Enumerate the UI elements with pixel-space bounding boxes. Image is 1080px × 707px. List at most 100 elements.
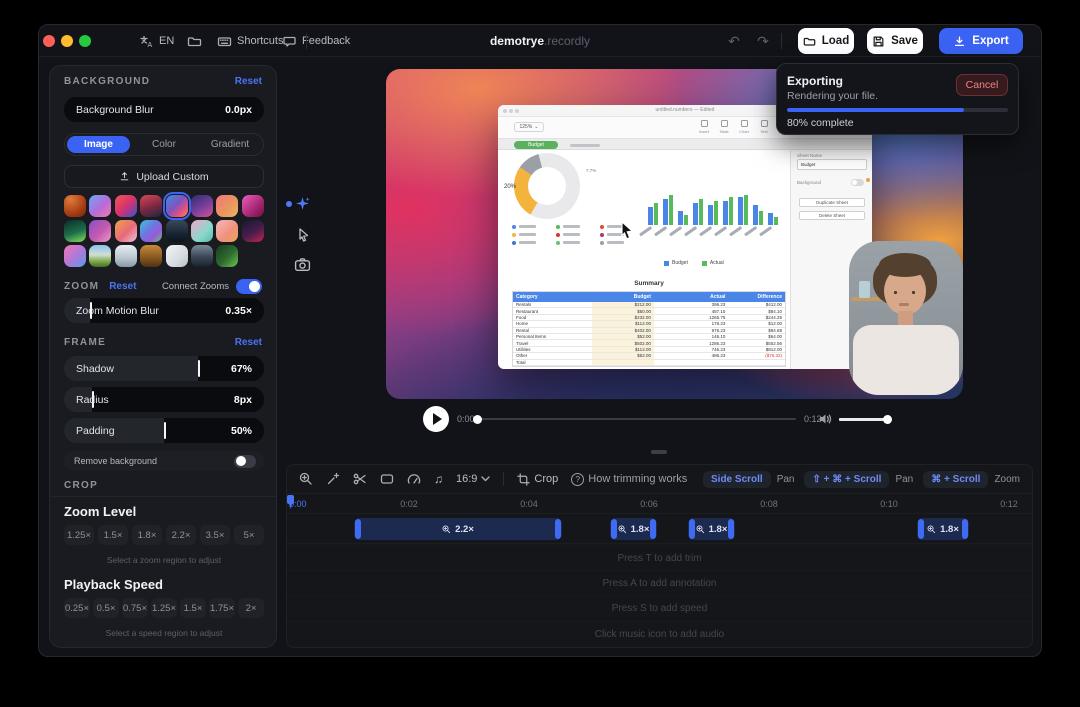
play-button[interactable]	[423, 406, 449, 432]
redo-button[interactable]: ↷	[751, 30, 775, 52]
save-button[interactable]: Save	[867, 28, 923, 54]
volume-icon[interactable]	[818, 412, 833, 426]
aspect-ratio-dropdown[interactable]: 16:9	[456, 473, 490, 485]
timeline-ruler[interactable]: 0:00 0:02 0:04 0:06 0:08 0:10 0:12	[287, 495, 1032, 514]
volume-handle[interactable]	[883, 415, 892, 424]
zoom-level-3.5x[interactable]: 3.5×	[200, 525, 230, 545]
region-right-handle[interactable]	[650, 519, 656, 539]
annotation-tool-icon[interactable]	[380, 472, 394, 486]
audio-track-empty: Click music icon to add audio	[287, 621, 1032, 647]
load-button[interactable]: Load	[798, 28, 854, 54]
region-right-handle[interactable]	[555, 519, 561, 539]
seek-bar[interactable]	[481, 418, 796, 420]
background-swatch[interactable]	[140, 195, 162, 217]
ruler-tick-label: 0:10	[869, 499, 909, 509]
speed-gauge-icon[interactable]	[407, 472, 421, 486]
background-blur-slider[interactable]: Background Blur 0.0px	[64, 97, 264, 122]
speed-2x[interactable]: 2×	[238, 598, 264, 618]
export-button[interactable]: Export	[939, 28, 1023, 54]
shadow-slider[interactable]: Shadow 67%	[64, 356, 264, 381]
zoom-track[interactable]: 2.2× 1.8× 1.8×	[287, 514, 1032, 544]
background-header-label: BACKGROUND	[64, 76, 150, 87]
zoom-reset-link[interactable]: Reset	[109, 281, 136, 292]
speed-0.25x[interactable]: 0.25×	[64, 598, 90, 618]
load-label: Load	[822, 35, 849, 47]
cursor-tool-icon[interactable]	[296, 227, 311, 243]
connect-zooms-toggle[interactable]	[236, 279, 262, 294]
radius-slider[interactable]: Radius 8px	[64, 387, 264, 412]
zoom-region[interactable]: 2.2×	[354, 518, 562, 540]
volume-slider[interactable]	[839, 418, 887, 421]
background-swatch[interactable]	[242, 220, 264, 242]
music-tool-icon[interactable]: ♫	[434, 472, 443, 486]
zoom-level-1.5x[interactable]: 1.5×	[98, 525, 128, 545]
export-toast: Exporting Rendering your file. Cancel 80…	[776, 63, 1019, 135]
zoom-in-tool-icon[interactable]	[299, 472, 313, 486]
webcam-overlay[interactable]	[849, 241, 963, 395]
seek-handle[interactable]	[473, 415, 482, 424]
background-swatch[interactable]	[166, 245, 188, 267]
zoom-level-1.25x[interactable]: 1.25×	[64, 525, 94, 545]
trim-scissors-icon[interactable]	[353, 472, 367, 486]
effects-sparkles-icon[interactable]	[294, 196, 311, 213]
topbar-divider-2	[781, 33, 782, 49]
background-swatch[interactable]	[115, 245, 137, 267]
region-right-handle[interactable]	[962, 519, 968, 539]
zoom-region[interactable]: 1.8×	[917, 518, 969, 540]
playhead[interactable]	[287, 495, 294, 504]
background-swatch-grid	[64, 195, 264, 267]
speed-1.25x[interactable]: 1.25×	[151, 598, 177, 618]
background-swatch[interactable]	[89, 195, 111, 217]
background-swatch[interactable]	[64, 245, 86, 267]
background-swatch[interactable]	[191, 245, 213, 267]
magic-cut-tool-icon[interactable]	[326, 472, 340, 486]
background-swatch[interactable]	[64, 220, 86, 242]
camera-tool-icon[interactable]	[294, 257, 311, 272]
remove-background-toggle[interactable]	[234, 455, 256, 468]
speed-0.75x[interactable]: 0.75×	[122, 598, 148, 618]
cancel-export-button[interactable]: Cancel	[956, 74, 1008, 96]
zoom-region[interactable]: 1.8×	[610, 518, 657, 540]
speed-0.5x[interactable]: 0.5×	[93, 598, 119, 618]
save-icon	[872, 35, 885, 48]
frame-reset-link[interactable]: Reset	[235, 337, 262, 348]
background-swatch[interactable]	[216, 195, 238, 217]
zoom-level-5x[interactable]: 5×	[234, 525, 264, 545]
how-trimming-works-link[interactable]: ? How trimming works	[571, 473, 687, 486]
background-swatch[interactable]	[64, 195, 86, 217]
background-swatch[interactable]	[216, 245, 238, 267]
tab-image[interactable]: Image	[67, 136, 130, 153]
zoom-level-2.2x[interactable]: 2.2×	[166, 525, 196, 545]
playback-speed-buttons: 0.25× 0.5× 0.75× 1.25× 1.5× 1.75× 2×	[64, 598, 264, 618]
upload-custom-button[interactable]: Upload Custom	[64, 165, 264, 188]
background-swatch[interactable]	[140, 245, 162, 267]
background-swatch[interactable]	[242, 195, 264, 217]
background-swatch[interactable]	[89, 220, 111, 242]
padding-slider[interactable]: Padding 50%	[64, 418, 264, 443]
background-swatch[interactable]	[216, 220, 238, 242]
background-section-header: BACKGROUND Reset	[64, 76, 262, 87]
background-swatch-selected[interactable]	[166, 195, 188, 217]
recorded-duplicate-sheet-button: Duplicate Sheet	[799, 198, 865, 207]
speed-1.5x[interactable]: 1.5×	[180, 598, 206, 618]
background-swatch[interactable]	[166, 220, 188, 242]
background-swatch[interactable]	[140, 220, 162, 242]
timeline-panel: ♫ 16:9 Crop ? How trimming works Side Sc…	[286, 464, 1033, 648]
undo-button[interactable]: ↶	[722, 30, 746, 52]
background-swatch[interactable]	[89, 245, 111, 267]
zoom-level-1.8x[interactable]: 1.8×	[132, 525, 162, 545]
tab-color[interactable]: Color	[131, 134, 197, 155]
zoom-motion-blur-slider[interactable]: Zoom Motion Blur 0.35×	[64, 298, 264, 323]
region-right-handle[interactable]	[728, 519, 734, 539]
background-swatch[interactable]	[191, 220, 213, 242]
crop-button[interactable]: Crop	[517, 473, 558, 486]
background-swatch[interactable]	[115, 195, 137, 217]
background-reset-link[interactable]: Reset	[235, 76, 262, 87]
tab-gradient[interactable]: Gradient	[197, 134, 263, 155]
background-swatch[interactable]	[115, 220, 137, 242]
background-swatch[interactable]	[191, 195, 213, 217]
speed-1.75x[interactable]: 1.75×	[209, 598, 235, 618]
zoom-region[interactable]: 1.8×	[688, 518, 735, 540]
padding-value: 50%	[231, 418, 252, 443]
panel-resize-handle[interactable]	[651, 450, 667, 454]
